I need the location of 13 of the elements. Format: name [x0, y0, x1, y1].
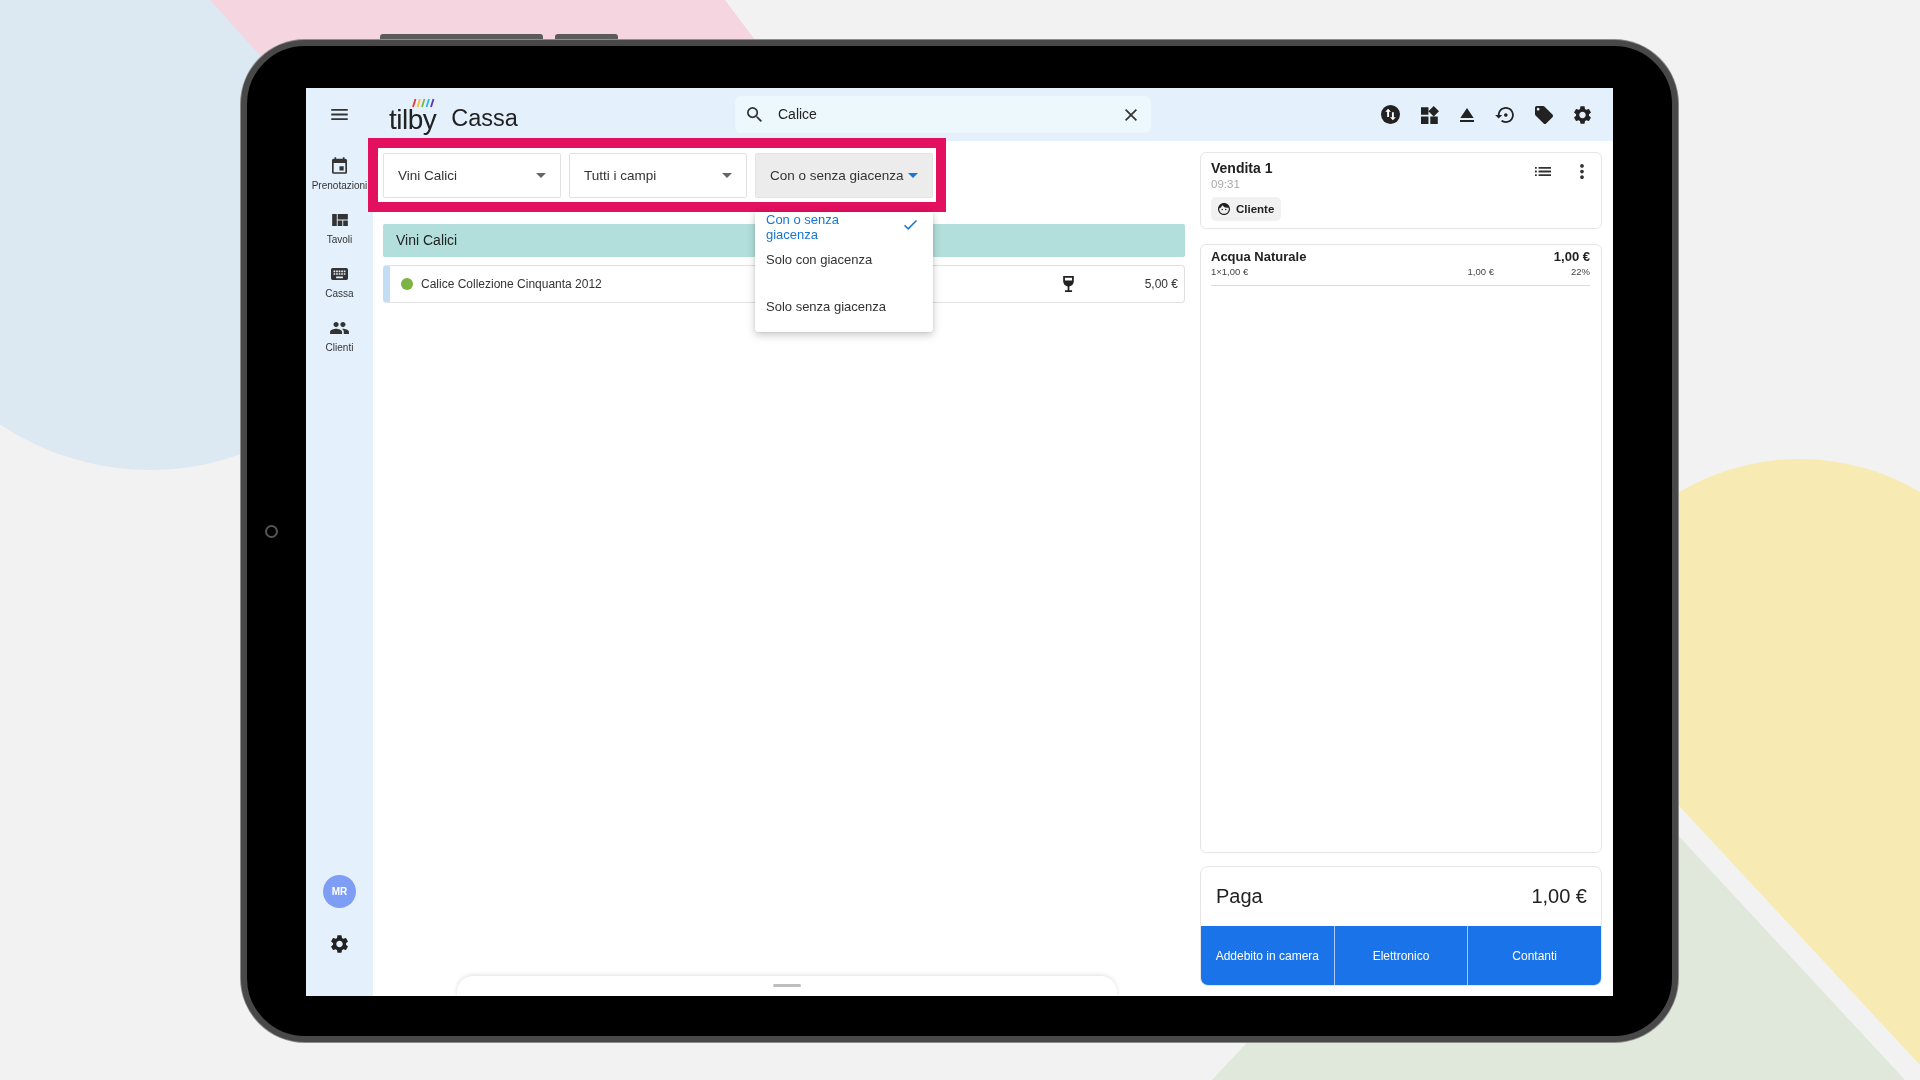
search-query: Calice	[778, 106, 818, 123]
page-title: Cassa	[451, 103, 518, 132]
product-price: 5,00 €	[1144, 277, 1178, 291]
item-quantity: 1×1,00 €	[1211, 265, 1250, 278]
sale-time: 09:31	[1211, 177, 1241, 191]
item-vat: 22%	[1570, 265, 1590, 278]
pay-label: Paga	[1216, 885, 1263, 908]
item-name: Acqua Naturale	[1211, 249, 1308, 265]
product-name: Calice Collezione Cinquanta 2012	[421, 277, 603, 291]
item-unit-price: 1,00 €	[1467, 265, 1494, 278]
item-total: 1,00 €	[1552, 249, 1590, 265]
pay-amount: 1,00 €	[1531, 885, 1587, 908]
sale-title: Vendita 1	[1211, 160, 1273, 177]
